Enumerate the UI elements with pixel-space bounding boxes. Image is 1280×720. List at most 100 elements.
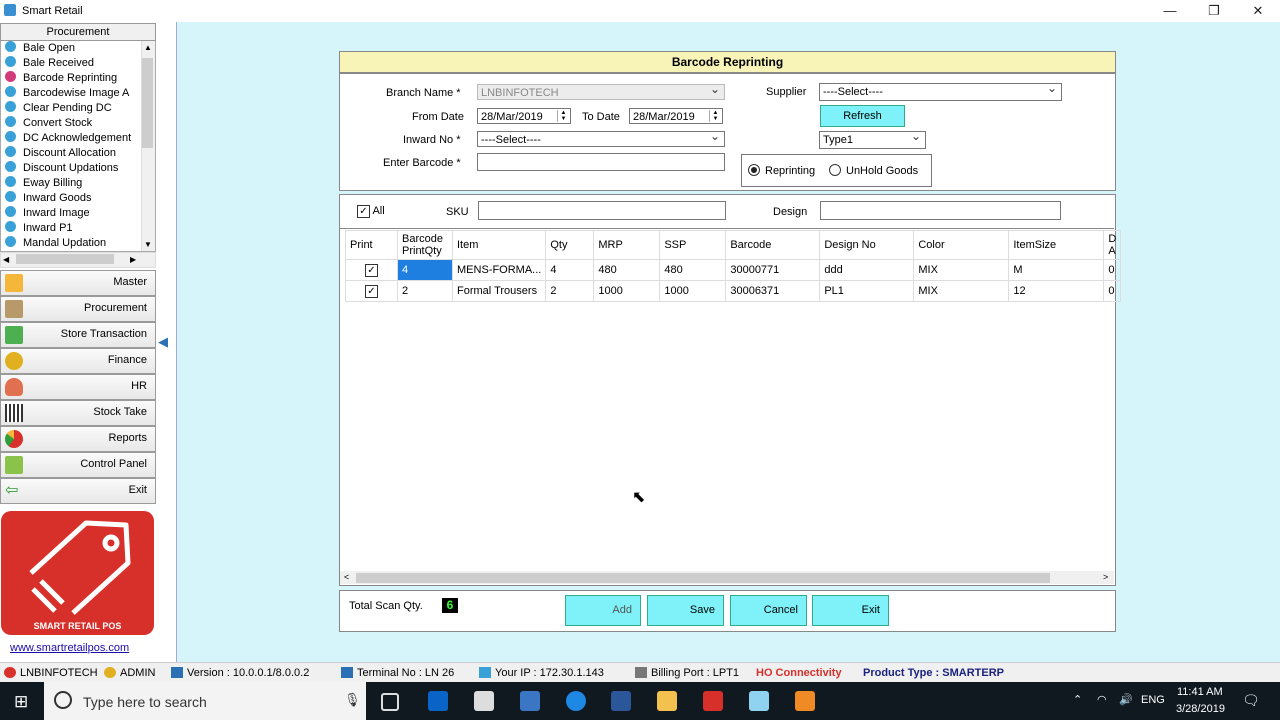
printqty-cell[interactable]: 2 xyxy=(397,280,453,302)
col-barcode-printqty[interactable]: Barcode PrintQty xyxy=(397,230,453,260)
microphone-icon[interactable]: 🎙 xyxy=(344,692,361,708)
nav-item-discount-allocation[interactable]: Discount Allocation xyxy=(5,146,116,161)
nav-item-bale-open[interactable]: Bale Open xyxy=(5,41,75,56)
mail-icon[interactable] xyxy=(474,691,494,711)
restore-button[interactable]: ❐ xyxy=(1199,2,1229,20)
to-date-picker[interactable]: 28/Mar/2019 ▲ ▼ xyxy=(629,108,723,124)
barcode-input[interactable] xyxy=(477,153,725,171)
scroll-left-icon[interactable]: ◀ xyxy=(3,255,9,264)
menu-finance[interactable]: Finance xyxy=(0,348,156,374)
cancel-button[interactable]: Cancel xyxy=(730,595,807,626)
grid-scroll-thumb[interactable] xyxy=(356,573,1050,583)
spin-icon[interactable]: ▲ ▼ xyxy=(709,110,721,122)
supplier-select[interactable]: ----Select---- xyxy=(819,80,1062,101)
menu-label: Stock Take xyxy=(93,406,147,418)
smart-retail-taskbar-icon[interactable] xyxy=(703,691,723,711)
screen-icon xyxy=(5,101,16,112)
col-itemsize[interactable]: ItemSize xyxy=(1008,230,1105,260)
nav-scroll-thumb[interactable] xyxy=(142,58,153,148)
col-barcode[interactable]: Barcode xyxy=(725,230,821,260)
col-item[interactable]: Item xyxy=(451,230,547,260)
col-color[interactable]: Color xyxy=(913,230,1010,260)
inward-select[interactable]: ----Select---- xyxy=(477,128,725,147)
design-input[interactable] xyxy=(820,201,1061,220)
col-design-no[interactable]: Design No xyxy=(819,230,915,260)
nav-item-barcode-reprinting[interactable]: Barcode Reprinting xyxy=(5,71,117,86)
nav-item-inward-goods[interactable]: Inward Goods xyxy=(5,191,91,206)
nav-hscroll-thumb[interactable] xyxy=(16,254,114,264)
word-icon[interactable] xyxy=(611,691,631,711)
app-icon[interactable] xyxy=(749,691,769,711)
nav-item-inward-p1[interactable]: Inward P1 xyxy=(5,221,73,236)
menu-master[interactable]: Master xyxy=(0,270,156,296)
store-icon[interactable] xyxy=(520,691,540,711)
nav-item-discount-updations[interactable]: Discount Updations xyxy=(5,161,118,176)
language-indicator[interactable]: ENG xyxy=(1141,694,1165,706)
nav-item-label: Inward Goods xyxy=(23,192,92,204)
sidebar-header: Procurement xyxy=(0,23,156,41)
radio-unhold-goods[interactable]: UnHold Goods xyxy=(829,164,918,177)
scroll-down-icon[interactable]: ▼ xyxy=(144,240,152,249)
nav-item-label: Barcode Reprinting xyxy=(23,72,118,84)
sku-input[interactable] xyxy=(478,201,726,220)
col-ssp[interactable]: SSP xyxy=(659,230,727,260)
type-select[interactable]: Type1 xyxy=(819,128,926,149)
refresh-button[interactable]: Refresh xyxy=(820,105,905,127)
volume-icon[interactable]: 🔊 xyxy=(1119,693,1133,706)
from-date-picker[interactable]: 28/Mar/2019 ▲ ▼ xyxy=(477,108,571,124)
tray-chevron-icon[interactable]: ⌃ xyxy=(1073,693,1082,706)
menu-control-panel[interactable]: Control Panel xyxy=(0,452,156,478)
scroll-up-icon[interactable]: ▲ xyxy=(144,43,152,52)
edge-icon[interactable] xyxy=(566,691,586,711)
table-row[interactable]: ✓ 4 MENS-FORMA... 4 480 480 30000771 ddd… xyxy=(345,259,1122,281)
outlook-icon[interactable] xyxy=(428,691,448,711)
col-d[interactable]: D A xyxy=(1103,230,1122,260)
nav-item-convert-stock[interactable]: Convert Stock xyxy=(5,116,92,131)
printqty-cell[interactable]: 4 xyxy=(397,259,453,281)
select-all-checkbox[interactable]: ✓ All xyxy=(357,205,385,218)
wifi-icon[interactable]: ◠ xyxy=(1097,693,1107,706)
radio-unselected-icon xyxy=(829,164,841,176)
file-explorer-icon[interactable] xyxy=(657,691,677,711)
scroll-right-icon[interactable]: > xyxy=(1103,572,1108,582)
add-button[interactable]: Add xyxy=(565,595,641,626)
recorder-icon[interactable] xyxy=(795,691,815,711)
nav-item-label: Discount Allocation xyxy=(23,147,116,159)
notification-icon[interactable]: 🗨 xyxy=(1242,692,1260,709)
clock-time[interactable]: 11:41 AM xyxy=(1177,686,1223,698)
scroll-left-icon[interactable]: < xyxy=(344,572,349,582)
menu-exit[interactable]: ⇦ Exit xyxy=(0,478,156,504)
close-button[interactable]: ✕ xyxy=(1243,2,1273,20)
menu-stock-take[interactable]: Stock Take xyxy=(0,400,156,426)
nav-item-barcodewise-image[interactable]: Barcodewise Image A xyxy=(5,86,129,101)
menu-reports[interactable]: Reports xyxy=(0,426,156,452)
nav-item-clear-pending-dc[interactable]: Clear Pending DC xyxy=(5,101,112,116)
windows-start-icon[interactable]: ⊞ xyxy=(14,692,28,712)
menu-hr[interactable]: HR xyxy=(0,374,156,400)
scroll-right-icon[interactable]: ▶ xyxy=(130,255,136,264)
nav-item-dc-acknowledgement[interactable]: DC Acknowledgement xyxy=(5,131,131,146)
print-checkbox[interactable]: ✓ xyxy=(345,259,398,281)
minimize-button[interactable]: — xyxy=(1155,2,1185,20)
table-row[interactable]: ✓ 2 Formal Trousers 2 1000 1000 30006371… xyxy=(345,280,1122,302)
exit-button[interactable]: Exit xyxy=(812,595,889,626)
nav-item-eway-billing[interactable]: Eway Billing xyxy=(5,176,82,191)
size-cell: M xyxy=(1008,259,1105,281)
website-link[interactable]: www.smartretailpos.com xyxy=(10,642,129,654)
taskbar-search[interactable]: Type here to search 🎙 xyxy=(44,682,366,720)
col-mrp[interactable]: MRP xyxy=(593,230,661,260)
save-button[interactable]: Save xyxy=(647,595,724,626)
menu-store-transaction[interactable]: Store Transaction xyxy=(0,322,156,348)
nav-item-mandal-updation[interactable]: Mandal Updation xyxy=(5,236,106,251)
spin-icon[interactable]: ▲ ▼ xyxy=(557,110,569,122)
task-view-icon[interactable] xyxy=(381,693,399,711)
print-checkbox[interactable]: ✓ xyxy=(345,280,398,302)
col-print[interactable]: Print xyxy=(345,230,398,260)
collapse-sidebar-icon[interactable]: ◀ xyxy=(158,334,172,349)
menu-procurement[interactable]: Procurement xyxy=(0,296,156,322)
radio-reprinting[interactable]: Reprinting xyxy=(748,164,815,177)
nav-item-bale-received[interactable]: Bale Received xyxy=(5,56,94,71)
col-qty[interactable]: Qty xyxy=(545,230,595,260)
nav-item-inward-image[interactable]: Inward Image xyxy=(5,206,90,221)
clock-date[interactable]: 3/28/2019 xyxy=(1176,703,1225,715)
